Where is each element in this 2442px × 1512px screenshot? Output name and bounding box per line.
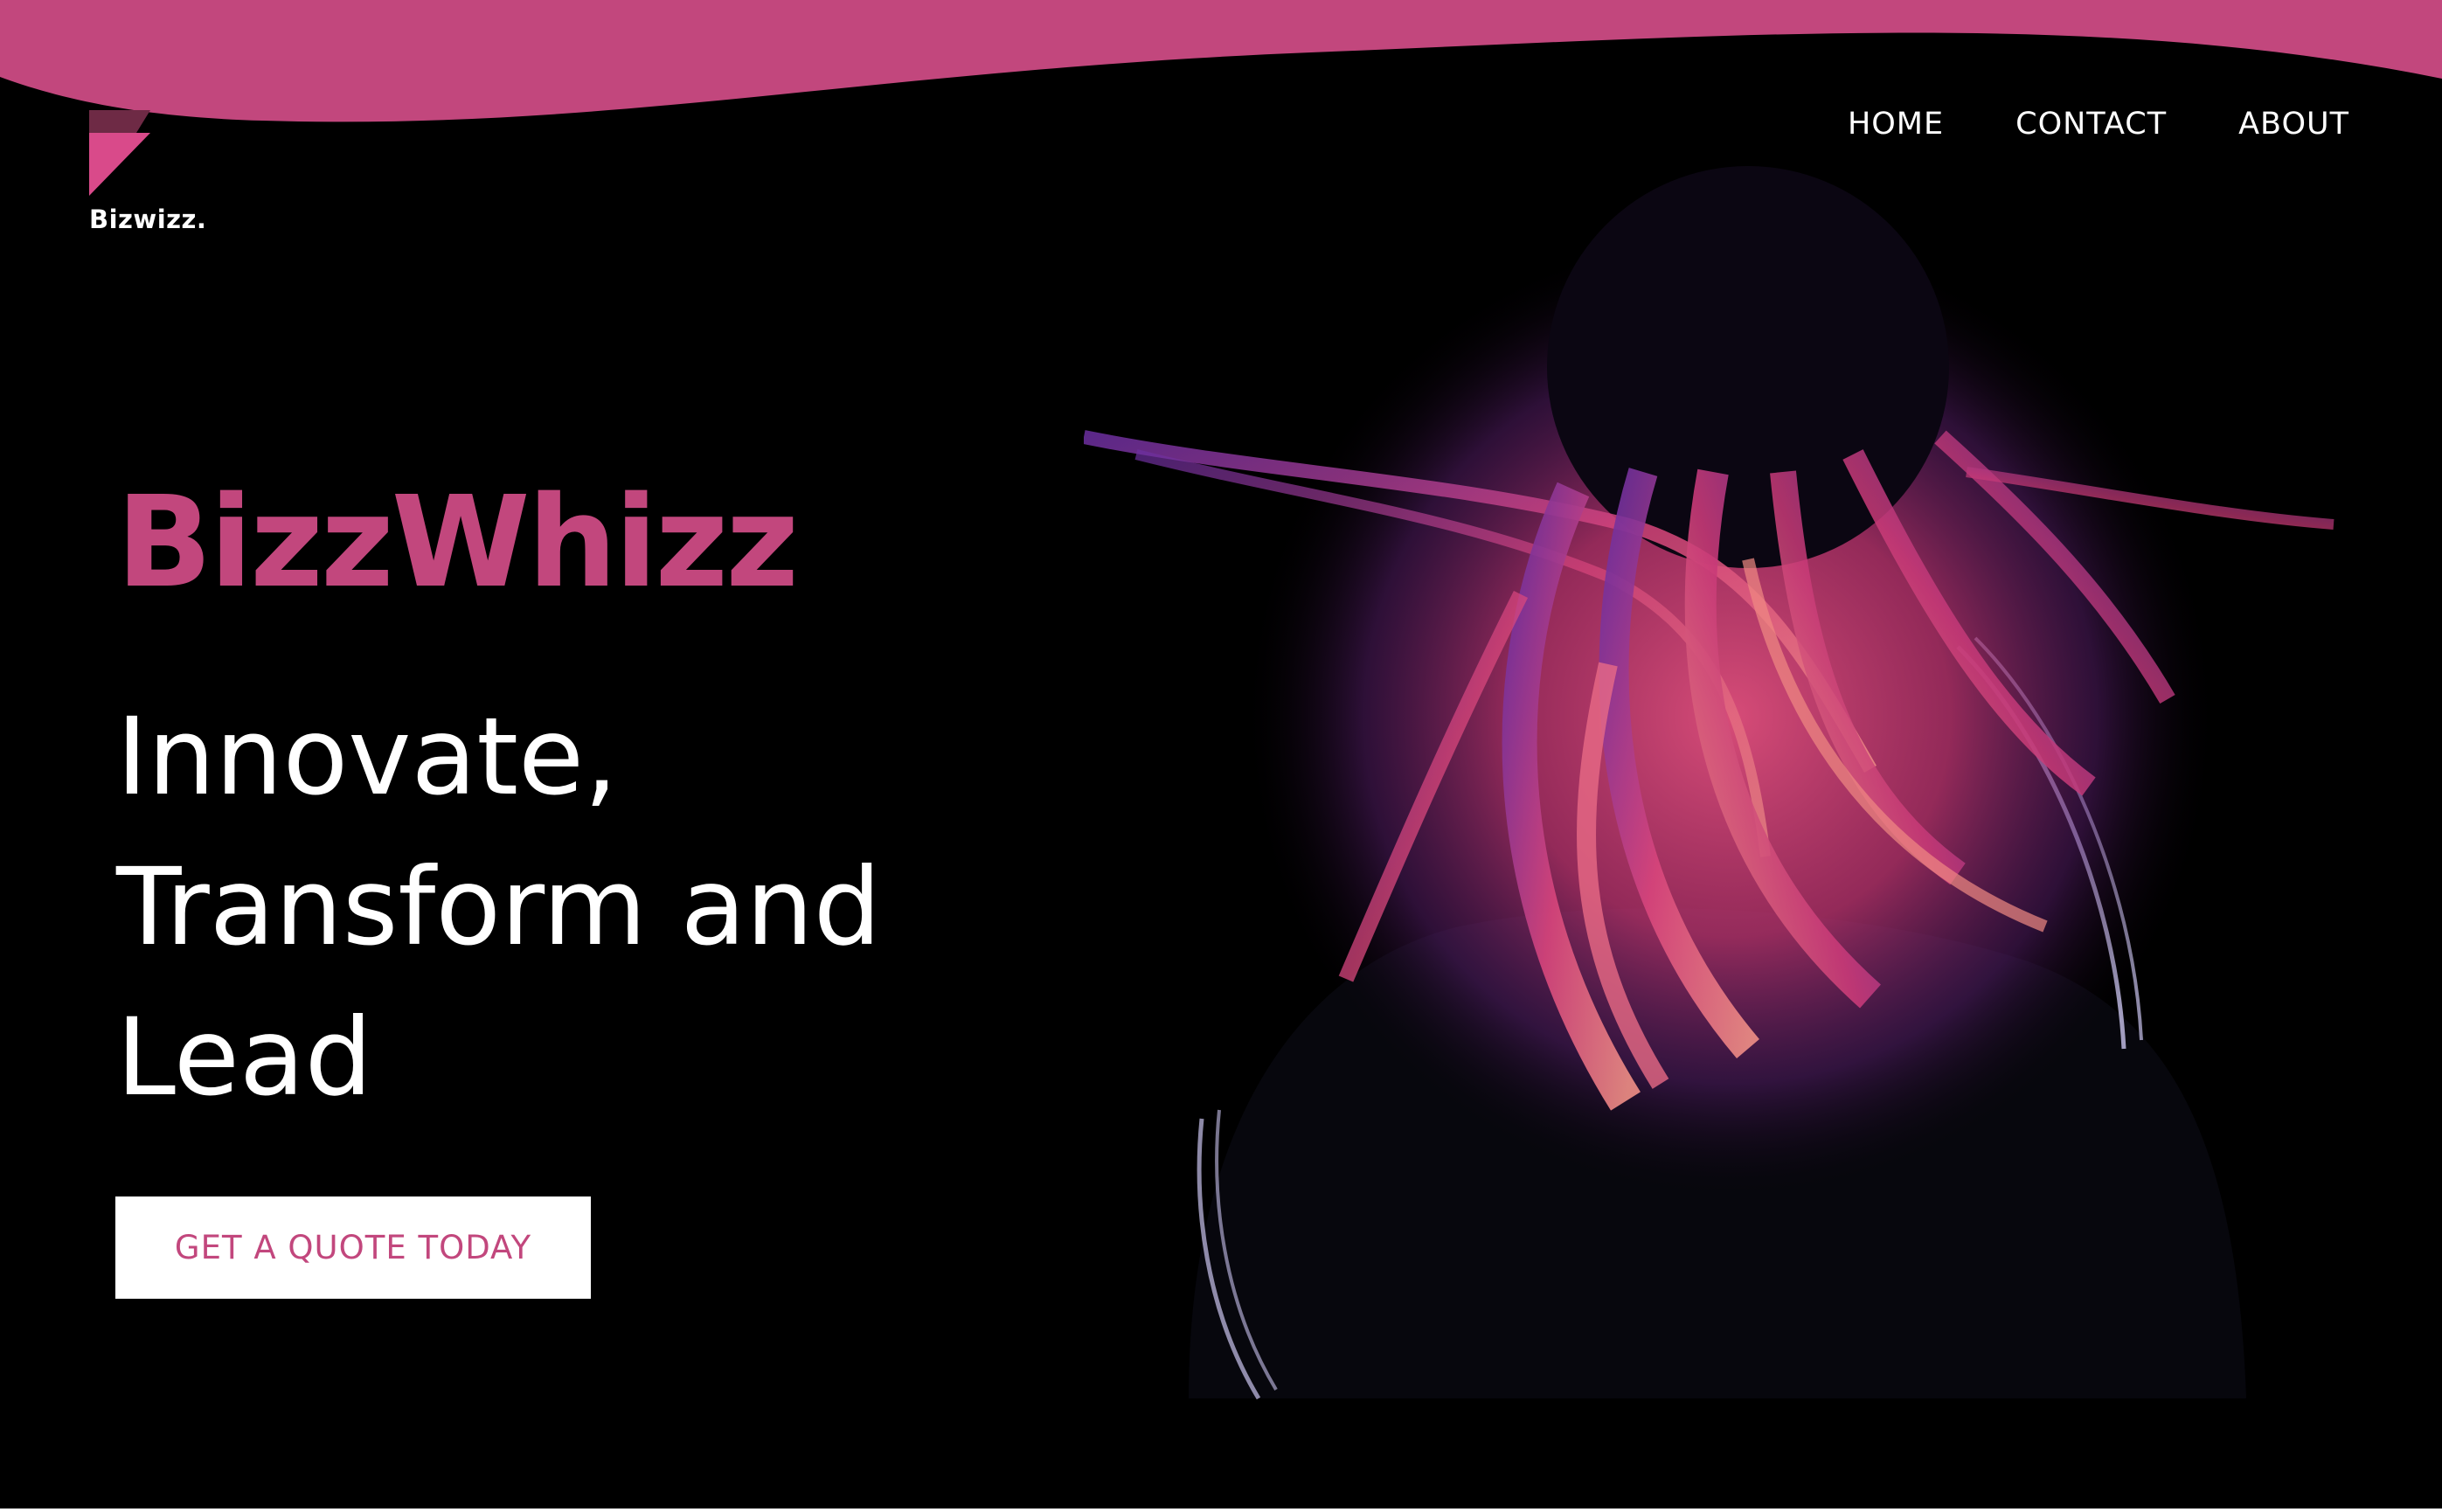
- logo-text: Bizwizz.: [89, 205, 207, 234]
- hero-title: BizzWhizz: [116, 468, 799, 615]
- get-quote-button[interactable]: GET A QUOTE TODAY: [115, 1196, 591, 1299]
- logo[interactable]: Bizwizz.: [89, 110, 229, 241]
- bizwizz-logo-icon: [89, 110, 150, 196]
- landing-page: Bizwizz. HOME CONTACT ABOUT BizzWhizz In…: [0, 0, 2442, 1512]
- tagline-line-1: Innovate,: [116, 695, 618, 819]
- hero-tagline: Innovate, Transform and Lead: [116, 682, 1078, 1133]
- hero-image-pink-hair: [1084, 166, 2334, 1400]
- tagline-line-2: Transform and: [116, 845, 882, 969]
- tagline-line-3: Lead: [116, 995, 373, 1120]
- bottom-border: [0, 1509, 2442, 1512]
